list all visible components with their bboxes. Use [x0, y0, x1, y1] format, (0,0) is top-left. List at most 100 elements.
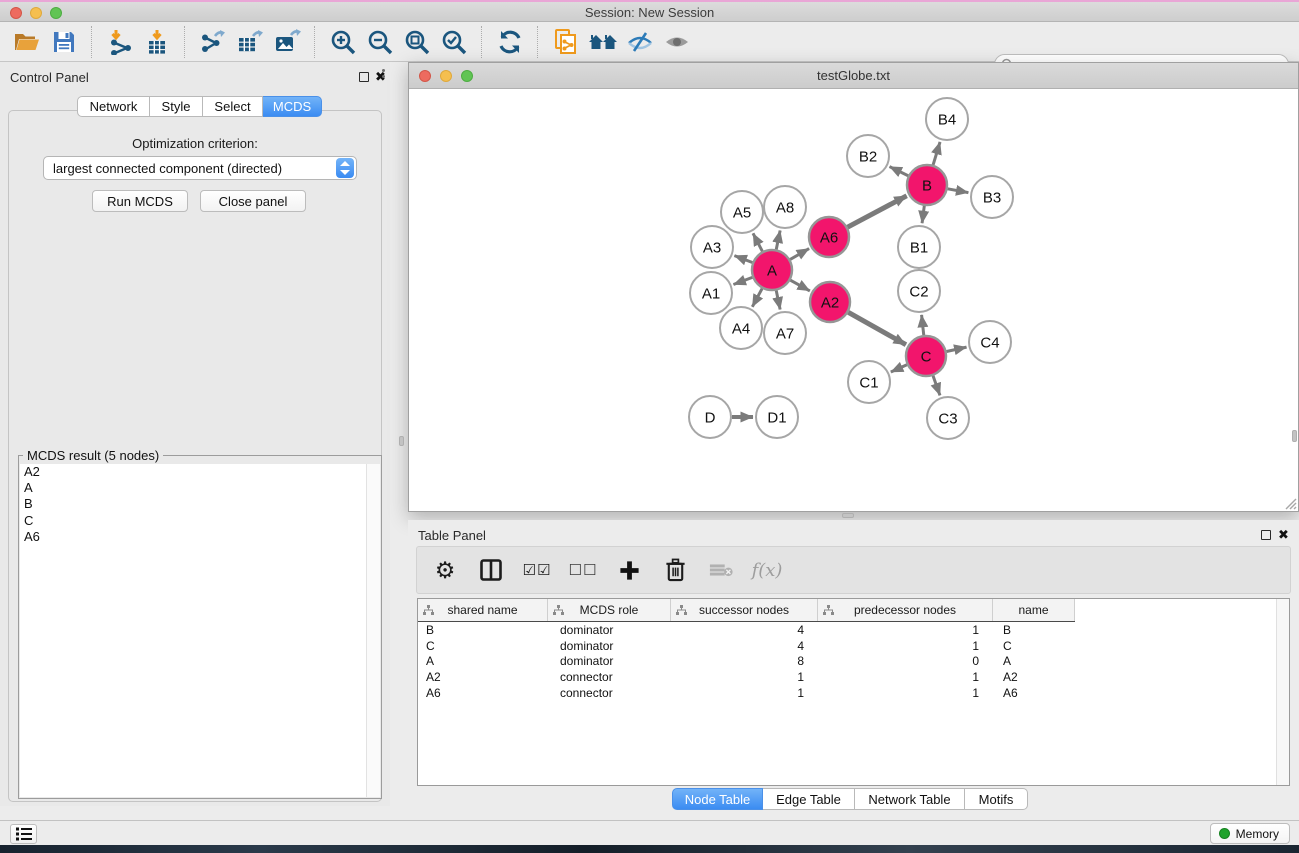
graph-node-B4[interactable]: B4: [926, 98, 968, 140]
splitter-handle[interactable]: [382, 66, 386, 82]
graph-node-C3[interactable]: C3: [927, 397, 969, 439]
edge-B-B3[interactable]: [948, 189, 969, 193]
graph-node-C2[interactable]: C2: [898, 270, 940, 312]
hide-selected-eye-icon[interactable]: [621, 24, 658, 60]
edge-A-A3[interactable]: [734, 256, 752, 263]
tab-edge-table[interactable]: Edge Table: [763, 788, 855, 810]
graph-node-A3[interactable]: A3: [691, 226, 733, 268]
table-settings-gear-icon[interactable]: ⚙: [429, 554, 461, 586]
graph-node-D1[interactable]: D1: [756, 396, 798, 438]
mcds-result-item[interactable]: A2: [20, 464, 366, 480]
clone-network-icon[interactable]: [547, 24, 584, 60]
graph-node-A7[interactable]: A7: [764, 312, 806, 354]
edge-A-A8[interactable]: [776, 231, 780, 250]
save-icon[interactable]: [45, 24, 82, 60]
edge-A-A6[interactable]: [790, 249, 809, 260]
edge-A-A5[interactable]: [753, 233, 762, 251]
show-eye-icon[interactable]: [658, 24, 695, 60]
graph-node-C1[interactable]: C1: [848, 361, 890, 403]
edge-A-A2[interactable]: [790, 280, 809, 291]
export-network-icon[interactable]: [194, 24, 231, 60]
zoom-in-icon[interactable]: [324, 24, 361, 60]
network-scrollbar-thumb[interactable]: [1292, 430, 1297, 442]
zoom-selected-icon[interactable]: [435, 24, 472, 60]
edge-C-C3[interactable]: [933, 376, 940, 396]
mcds-result-scrollbar[interactable]: [366, 464, 380, 797]
graph-node-D[interactable]: D: [689, 396, 731, 438]
table-row[interactable]: A2connector11A2: [418, 670, 1275, 686]
first-neighbors-home-icon[interactable]: [584, 24, 621, 60]
vertical-splitter-thumb[interactable]: [399, 436, 404, 446]
mcds-result-item[interactable]: B: [20, 496, 366, 512]
edge-A-A1[interactable]: [733, 277, 752, 284]
apply-layout-icon[interactable]: [491, 24, 528, 60]
graph-node-A[interactable]: A: [752, 250, 792, 290]
float-table-panel-icon[interactable]: [1261, 530, 1271, 540]
import-table-icon[interactable]: [138, 24, 175, 60]
tab-network-table[interactable]: Network Table: [855, 788, 965, 810]
close-panel-button[interactable]: Close panel: [200, 190, 306, 212]
mcds-result-item[interactable]: A: [20, 480, 366, 496]
task-history-button[interactable]: [10, 824, 37, 844]
graph-node-A8[interactable]: A8: [764, 186, 806, 228]
graph-node-C4[interactable]: C4: [969, 321, 1011, 363]
graph-node-C[interactable]: C: [906, 336, 946, 376]
memory-button[interactable]: Memory: [1210, 823, 1290, 844]
delete-columns-trash-icon[interactable]: [659, 554, 691, 586]
column-header-shared-name[interactable]: shared name: [418, 599, 548, 621]
graph-node-A4[interactable]: A4: [720, 307, 762, 349]
tab-select[interactable]: Select: [203, 96, 263, 117]
network-canvas[interactable]: B4B2BB3A5A8A6A3B1AA1C2A2A4A7C4CC1C3DD1: [409, 89, 1298, 511]
column-visibility-icon[interactable]: [475, 554, 507, 586]
export-table-icon[interactable]: [231, 24, 268, 60]
mcds-result-item[interactable]: A6: [20, 529, 366, 545]
edge-A-A7[interactable]: [776, 291, 780, 310]
graph-node-A1[interactable]: A1: [690, 272, 732, 314]
zoom-out-icon[interactable]: [361, 24, 398, 60]
mcds-result-item[interactable]: C: [20, 513, 366, 529]
network-window-titlebar[interactable]: testGlobe.txt: [409, 63, 1298, 89]
window-resize-grip[interactable]: [1283, 496, 1297, 510]
add-column-icon[interactable]: [613, 554, 645, 586]
column-header-name[interactable]: name: [993, 599, 1075, 621]
mcds-result-list[interactable]: A2ABCA6: [20, 464, 366, 797]
edge-A6-B[interactable]: [848, 196, 907, 227]
column-header-predecessor-nodes[interactable]: predecessor nodes: [818, 599, 993, 621]
edge-A2-C[interactable]: [848, 312, 906, 344]
edge-B-B1[interactable]: [922, 206, 924, 223]
open-folder-icon[interactable]: [8, 24, 45, 60]
tab-node-table[interactable]: Node Table: [672, 788, 763, 810]
edge-B-B4[interactable]: [933, 142, 940, 165]
graph-node-B1[interactable]: B1: [898, 226, 940, 268]
table-row[interactable]: A6connector11A6: [418, 686, 1275, 702]
graph-node-B[interactable]: B: [907, 165, 947, 205]
table-row[interactable]: Cdominator41C: [418, 639, 1275, 655]
session-titlebar[interactable]: Session: New Session: [0, 2, 1299, 22]
deselect-all-rows-icon[interactable]: ☐☐: [567, 554, 599, 586]
column-header-MCDS-role[interactable]: MCDS role: [548, 599, 671, 621]
edge-A-A4[interactable]: [752, 289, 762, 307]
edge-B-B2[interactable]: [890, 167, 909, 176]
close-table-panel-icon[interactable]: ✖: [1278, 527, 1289, 543]
zoom-fit-content-icon[interactable]: [398, 24, 435, 60]
tab-motifs[interactable]: Motifs: [965, 788, 1028, 810]
column-header-successor-nodes[interactable]: successor nodes: [671, 599, 818, 621]
tab-style[interactable]: Style: [150, 96, 203, 117]
graph-node-B3[interactable]: B3: [971, 176, 1013, 218]
graph-node-A6[interactable]: A6: [809, 217, 849, 257]
tab-network[interactable]: Network: [77, 96, 150, 117]
criterion-dropdown[interactable]: largest connected component (directed): [43, 156, 357, 180]
export-image-icon[interactable]: [268, 24, 305, 60]
table-scrollbar[interactable]: [1276, 599, 1289, 785]
graph-node-A5[interactable]: A5: [721, 191, 763, 233]
apply-function-icon[interactable]: f(x): [751, 554, 783, 586]
import-network-icon[interactable]: [101, 24, 138, 60]
table-row[interactable]: Bdominator41B: [418, 623, 1275, 639]
select-all-rows-icon[interactable]: ☑☑: [521, 554, 553, 586]
delete-table-icon[interactable]: [705, 554, 737, 586]
run-mcds-button[interactable]: Run MCDS: [92, 190, 188, 212]
tab-mcds[interactable]: MCDS: [263, 96, 322, 117]
graph-node-A2[interactable]: A2: [810, 282, 850, 322]
edge-C-C4[interactable]: [947, 347, 967, 351]
table-row[interactable]: Adominator80A: [418, 654, 1275, 670]
